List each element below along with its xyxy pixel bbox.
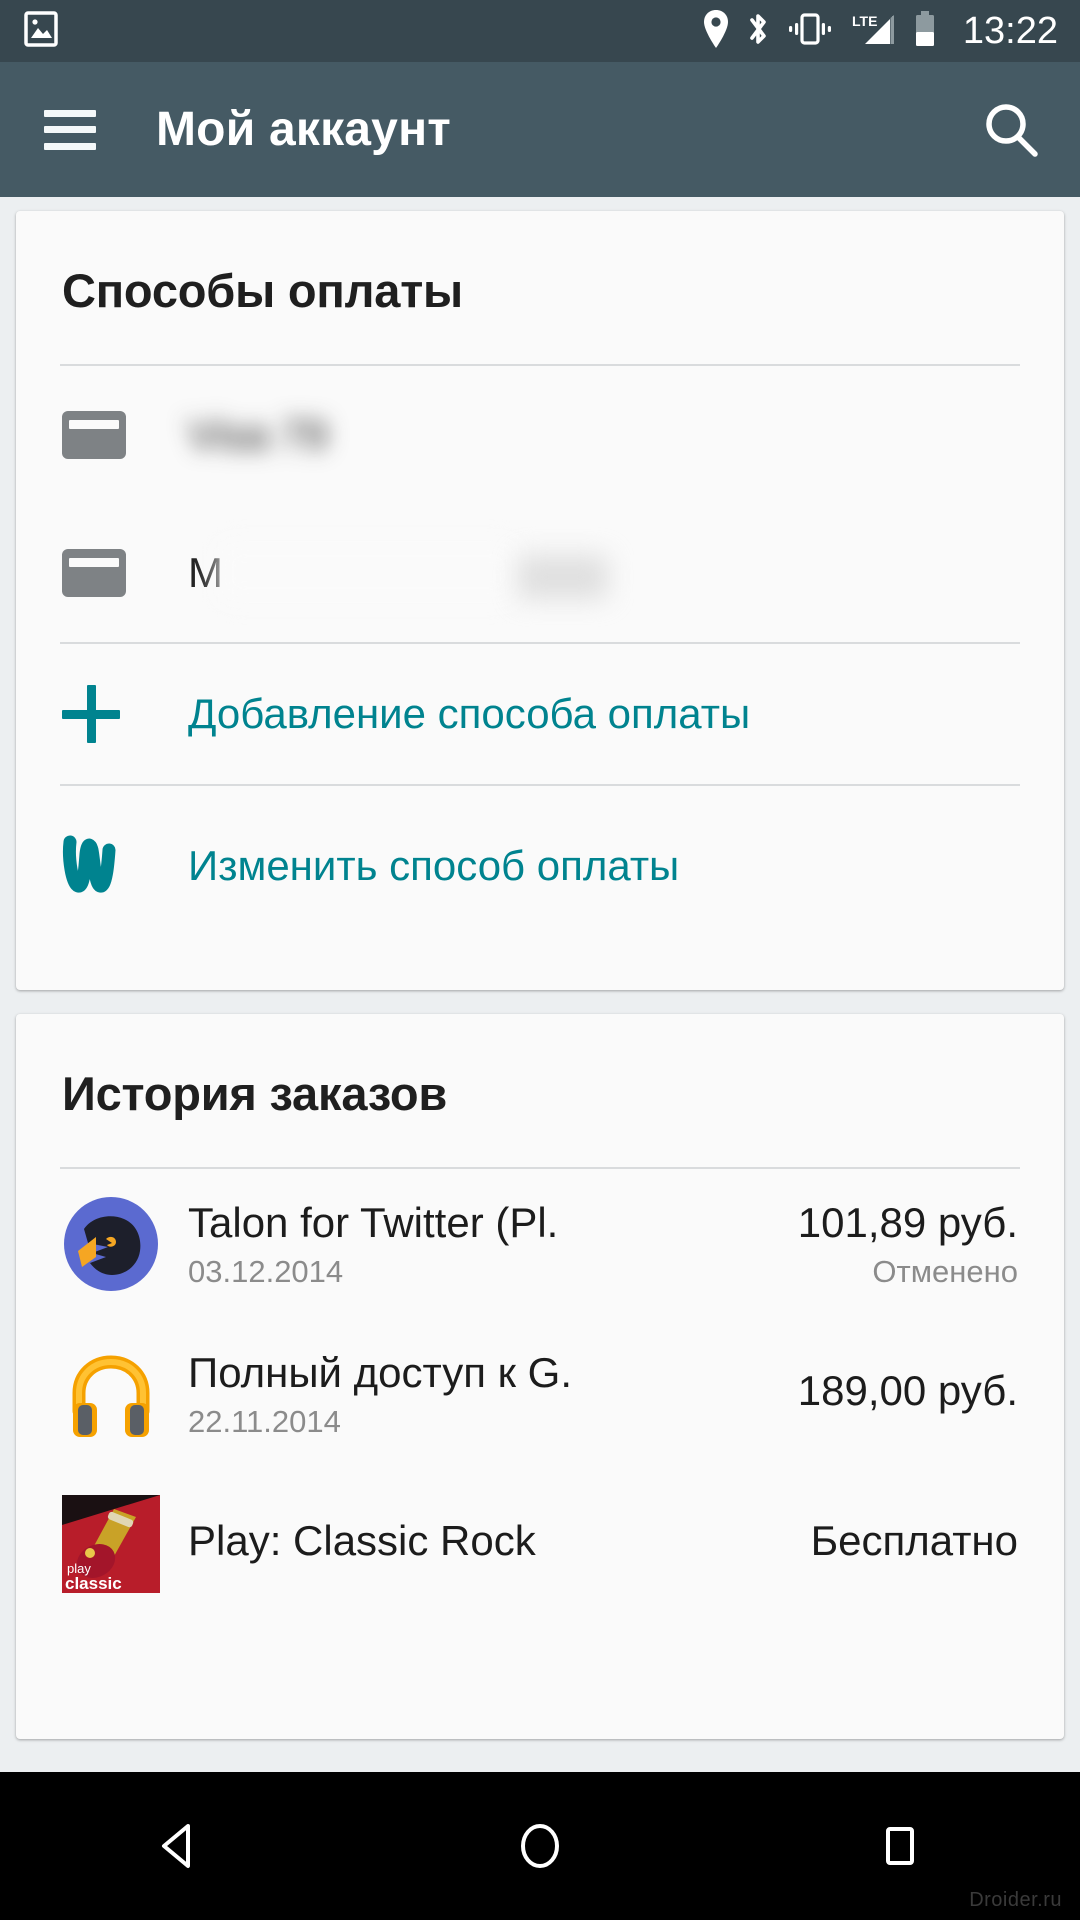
order-row[interactable]: Talon for Twitter (Pl. 03.12.2014 101,89…	[16, 1169, 1064, 1319]
app-bar: Мой аккаунт	[0, 62, 1080, 197]
talon-bird-icon	[62, 1195, 188, 1293]
recents-square-icon[interactable]	[820, 1796, 980, 1896]
watermark: Droider.ru	[969, 1889, 1062, 1911]
payment-methods-title: Способы оплаты	[62, 264, 463, 317]
page-title: Мой аккаунт	[156, 103, 451, 156]
order-price: Бесплатно	[810, 1517, 1018, 1565]
order-status: Отменено	[872, 1253, 1018, 1289]
redaction-blur	[518, 555, 608, 599]
status-bar: LTE 13:22	[0, 0, 1080, 62]
phone-screen: LTE 13:22 Мой аккаунт Способы оплаты Vis…	[0, 0, 1080, 1920]
vibrate-icon	[787, 10, 833, 53]
redaction-blur	[218, 541, 518, 603]
order-name: Полный доступ к G.	[188, 1349, 573, 1397]
order-date: 22.11.2014	[188, 1403, 341, 1439]
scroll-content[interactable]: Способы оплаты Visa 79 M Добавление спос…	[0, 197, 1080, 1920]
status-bar-clock: 13:22	[962, 9, 1058, 52]
lte-signal-icon: LTE	[850, 10, 896, 53]
android-navigation-bar: Droider.ru	[0, 1772, 1080, 1920]
order-row[interactable]: Полный доступ к G. 22.11.2014 189,00 руб…	[16, 1319, 1064, 1469]
payment-methods-card: Способы оплаты Visa 79 M Добавление спос…	[16, 211, 1064, 990]
payment-method-row[interactable]: M	[16, 504, 1064, 642]
order-amount: Бесплатно	[811, 1516, 1018, 1572]
credit-card-icon	[62, 411, 188, 459]
order-info: Play: Classic Rock	[188, 1516, 811, 1572]
edit-payment-method-button[interactable]: Изменить способ оплаты	[16, 786, 1064, 946]
battery-icon	[913, 10, 937, 53]
status-bar-system-icons: LTE 13:22	[703, 9, 1058, 53]
status-bar-notifications	[24, 10, 58, 52]
order-amount: 189,00 руб.	[798, 1366, 1018, 1422]
order-info: Полный доступ к G. 22.11.2014	[188, 1348, 798, 1440]
svg-text:classic: classic	[65, 1574, 122, 1593]
order-price: 189,00 руб.	[797, 1367, 1018, 1415]
search-icon[interactable]	[976, 95, 1046, 165]
add-payment-method-label: Добавление способа оплаты	[188, 690, 751, 737]
add-payment-method-button[interactable]: Добавление способа оплаты	[16, 644, 1064, 784]
credit-card-icon	[62, 549, 188, 597]
photo-icon	[24, 10, 58, 52]
play-music-headphones-icon	[62, 1345, 188, 1443]
order-date: 03.12.2014	[188, 1253, 344, 1289]
order-price: 101,89 руб.	[797, 1199, 1018, 1247]
plus-icon	[62, 685, 188, 743]
svg-text:LTE: LTE	[852, 13, 877, 29]
order-name: Talon for Twitter (Pl.	[188, 1199, 559, 1247]
location-pin-icon	[703, 9, 729, 53]
payment-method-row[interactable]: Visa 79	[16, 366, 1064, 504]
order-name: Play: Classic Rock	[188, 1517, 536, 1565]
classic-rock-album-icon: play classic	[62, 1495, 188, 1593]
order-row[interactable]: play classic Play: Classic Rock Бесплатн…	[16, 1469, 1064, 1619]
order-info: Talon for Twitter (Pl. 03.12.2014	[188, 1198, 798, 1290]
payment-method-label: Visa 79	[188, 411, 328, 458]
hamburger-menu-icon[interactable]	[44, 109, 96, 150]
order-history-title: История заказов	[62, 1067, 448, 1120]
order-amount: 101,89 руб. Отменено	[798, 1198, 1018, 1290]
order-history-card: История заказов Talon for Twitter (Pl. 0…	[16, 1014, 1064, 1739]
back-triangle-icon[interactable]	[100, 1796, 260, 1896]
edit-payment-method-label: Изменить способ оплаты	[188, 842, 680, 889]
wallet-w-icon	[62, 828, 188, 904]
bluetooth-icon	[746, 10, 770, 53]
home-circle-icon[interactable]	[460, 1796, 620, 1896]
